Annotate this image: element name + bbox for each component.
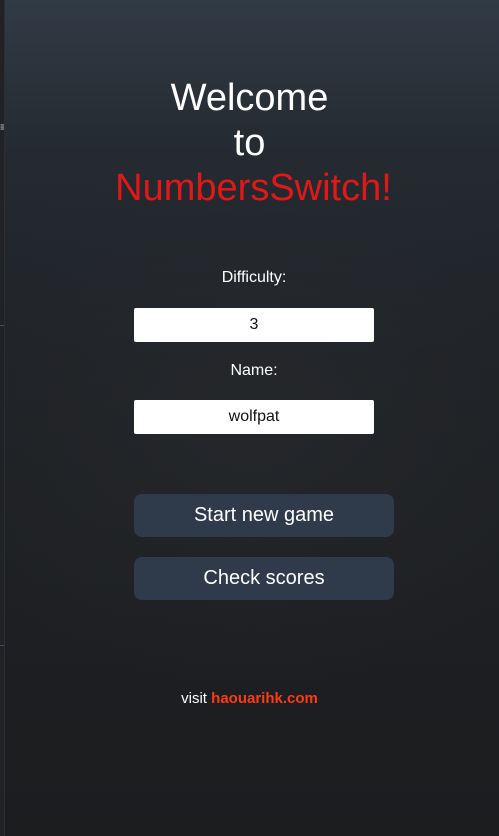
name-label: Name:	[230, 362, 278, 379]
edge-divider	[0, 645, 4, 646]
name-input[interactable]	[134, 400, 374, 434]
footer-prefix: visit	[181, 690, 207, 707]
app-screen: ≡ Welcome to NumbersSwitch! Difficulty: …	[0, 0, 499, 836]
difficulty-input[interactable]	[134, 308, 374, 342]
footer-credit: visit haouarihk.com	[0, 690, 499, 707]
title-line-to: to	[233, 122, 266, 164]
brand-name: NumbersSwitch!	[115, 167, 392, 209]
welcome-title: Welcome to NumbersSwitch!	[0, 76, 499, 211]
title-line-welcome: Welcome	[170, 77, 329, 119]
difficulty-label: Difficulty:	[221, 269, 287, 286]
edge-divider	[0, 325, 4, 326]
start-new-game-button[interactable]: Start new game	[134, 494, 394, 537]
check-scores-button[interactable]: Check scores	[134, 557, 394, 600]
website-link[interactable]: haouarihk.com	[211, 690, 318, 707]
